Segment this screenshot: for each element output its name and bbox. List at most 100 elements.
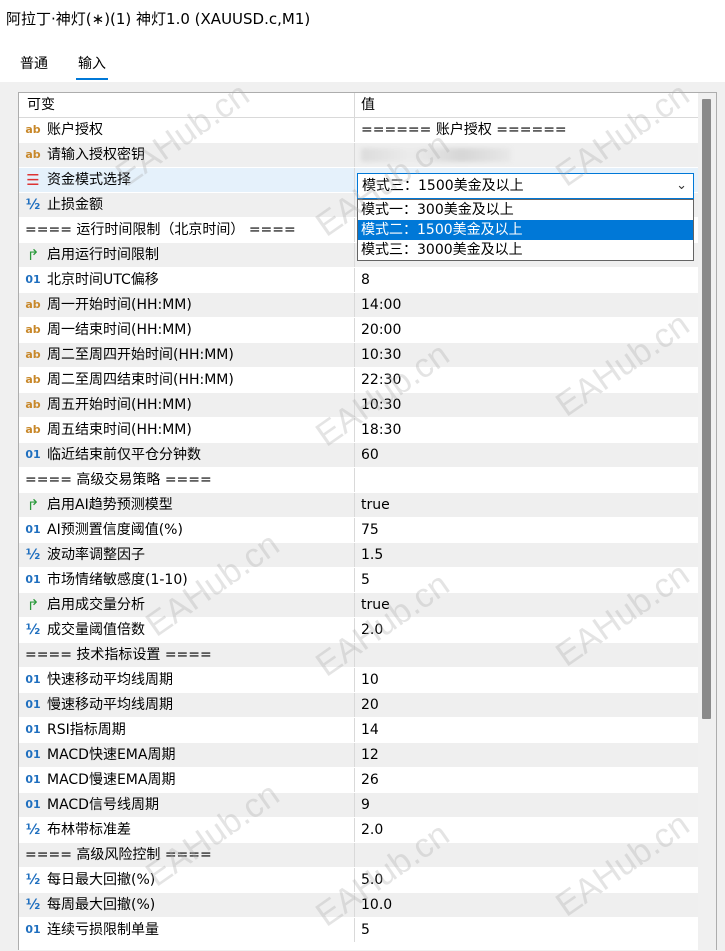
parameter-row[interactable]: 01 市场情绪敏感度(1-10) 5 [19, 568, 698, 593]
parameter-name: ==== 运行时间限制（北京时间） ==== [25, 222, 296, 238]
tab-general[interactable]: 普通 [20, 53, 48, 73]
parameter-name-cell: 01 RSI指标周期 [19, 718, 355, 742]
parameter-value[interactable]: ====== 账户授权 ====== [356, 118, 698, 142]
parameter-value[interactable]: 60 [356, 443, 698, 467]
double-type-icon: ½ [25, 197, 41, 213]
fund-mode-combo[interactable]: 模式三：1500美金及以上 ⌄ [357, 173, 694, 199]
parameter-value[interactable]: 18:30 [356, 418, 698, 442]
dropdown-option-mode2[interactable]: 模式二：1500美金及以上 [358, 220, 693, 240]
parameter-value[interactable] [356, 468, 698, 492]
parameter-value[interactable]: 8 [356, 268, 698, 292]
parameter-value[interactable]: 2.0 [356, 818, 698, 842]
parameter-value[interactable]: 20 [356, 693, 698, 717]
parameter-value[interactable]: 75 [356, 518, 698, 542]
parameter-value[interactable] [356, 843, 698, 867]
parameter-name: 北京时间UTC偏移 [47, 272, 159, 288]
redacted-key [361, 148, 511, 162]
column-header-variable[interactable]: 可变 [27, 93, 55, 117]
parameter-name: 临近结束前仅平仓分钟数 [47, 447, 201, 463]
parameter-name: 市场情绪敏感度(1-10) [47, 572, 188, 588]
parameter-value[interactable]: 1.5 [356, 543, 698, 567]
parameter-row[interactable]: 01 临近结束前仅平仓分钟数 60 [19, 443, 698, 468]
parameter-value[interactable]: 5.0 [356, 868, 698, 892]
parameter-row[interactable]: ½ 每日最大回撤(%) 5.0 [19, 868, 698, 893]
parameter-row[interactable]: ½ 波动率调整因子 1.5 [19, 543, 698, 568]
parameter-row[interactable]: ab 请输入授权密钥 [19, 143, 698, 168]
parameter-value[interactable]: 10:30 [356, 343, 698, 367]
parameter-value[interactable] [356, 643, 698, 667]
parameter-row[interactable]: ab 周二至周四结束时间(HH:MM) 22:30 [19, 368, 698, 393]
parameter-row[interactable]: 01 北京时间UTC偏移 8 [19, 268, 698, 293]
parameter-name: 请输入授权密钥 [47, 147, 145, 163]
parameter-value[interactable]: 14:00 [356, 293, 698, 317]
parameter-value[interactable]: true [356, 593, 698, 617]
parameter-row[interactable]: ½ 成交量阈值倍数 2.0 [19, 618, 698, 643]
double-type-icon: ½ [25, 622, 41, 638]
parameter-name-cell: ab 周五开始时间(HH:MM) [19, 393, 355, 417]
parameter-row[interactable]: ab 周二至周四开始时间(HH:MM) 10:30 [19, 343, 698, 368]
parameter-value[interactable]: 12 [356, 743, 698, 767]
parameter-value[interactable]: 14 [356, 718, 698, 742]
text-type-icon: ab [25, 423, 41, 436]
parameter-name: 启用成交量分析 [47, 597, 145, 613]
parameter-row[interactable]: ab 周一开始时间(HH:MM) 14:00 [19, 293, 698, 318]
parameter-name: 止损金额 [47, 197, 103, 213]
parameter-name: 周五结束时间(HH:MM) [47, 422, 192, 438]
inputs-panel: 可变 值 ab 账户授权 ====== 账户授权 ====== ab 请输入授权密钥 ☰ 资… [18, 75, 717, 951]
parameter-name-cell: ab 账户授权 [19, 118, 355, 142]
parameter-value[interactable]: true [356, 493, 698, 517]
column-header-value[interactable]: 值 [356, 93, 698, 117]
parameter-name-cell: ab 周二至周四结束时间(HH:MM) [19, 368, 355, 392]
parameter-row[interactable]: 01 连续亏损限制单量 5 [19, 918, 698, 943]
parameter-row[interactable]: 01 MACD信号线周期 9 [19, 793, 698, 818]
parameter-name-cell: ↱ 启用AI趋势预测模型 [19, 493, 355, 517]
parameter-name-cell: 01 AI预测置信度阈值(%) [19, 518, 355, 542]
parameter-value[interactable]: 5 [356, 568, 698, 592]
integer-type-icon: 01 [25, 273, 41, 286]
parameter-value[interactable]: 10.0 [356, 893, 698, 917]
parameter-row[interactable]: ==== 高级风险控制 ==== [19, 843, 698, 868]
parameter-row[interactable]: ↱ 启用成交量分析 true [19, 593, 698, 618]
vertical-scrollbar[interactable] [698, 93, 716, 951]
parameter-value[interactable]: 2.0 [356, 618, 698, 642]
parameter-name-cell: 01 临近结束前仅平仓分钟数 [19, 443, 355, 467]
parameter-row[interactable]: ==== 高级交易策略 ==== [19, 468, 698, 493]
parameter-value[interactable] [356, 143, 698, 167]
window-title: 阿拉丁·神灯(∗)(1) 神灯1.0 (XAUUSD.c,M1) [0, 0, 725, 40]
parameter-row[interactable]: ½ 每周最大回撤(%) 10.0 [19, 893, 698, 918]
parameter-value[interactable]: 20:00 [356, 318, 698, 342]
dropdown-option-mode1[interactable]: 模式一：300美金及以上 [358, 200, 693, 220]
parameter-value[interactable]: 9 [356, 793, 698, 817]
dropdown-option-mode3[interactable]: 模式三：3000美金及以上 [358, 240, 693, 260]
parameter-row[interactable]: 01 MACD慢速EMA周期 26 [19, 768, 698, 793]
integer-type-icon: 01 [25, 448, 41, 461]
parameter-value[interactable]: 22:30 [356, 368, 698, 392]
parameter-row[interactable]: ab 周五结束时间(HH:MM) 18:30 [19, 418, 698, 443]
parameter-name: ==== 高级交易策略 ==== [25, 472, 212, 488]
parameter-row[interactable]: ==== 技术指标设置 ==== [19, 643, 698, 668]
parameter-row[interactable]: 01 慢速移动平均线周期 20 [19, 693, 698, 718]
parameter-row[interactable]: 01 RSI指标周期 14 [19, 718, 698, 743]
parameter-row[interactable]: 01 快速移动平均线周期 10 [19, 668, 698, 693]
parameter-value[interactable]: 5 [356, 918, 698, 942]
parameter-name-cell: ab 周五结束时间(HH:MM) [19, 418, 355, 442]
parameter-row[interactable]: ab 周一结束时间(HH:MM) 20:00 [19, 318, 698, 343]
combo-selected-value: 模式三：1500美金及以上 [362, 178, 524, 194]
parameter-value[interactable]: 26 [356, 768, 698, 792]
parameter-row[interactable]: 01 MACD快速EMA周期 12 [19, 743, 698, 768]
parameter-row[interactable]: ½ 布林带标准差 2.0 [19, 818, 698, 843]
parameter-value[interactable]: 10 [356, 668, 698, 692]
chevron-down-icon[interactable]: ⌄ [676, 174, 687, 198]
scrollbar-thumb[interactable] [702, 99, 711, 719]
parameter-value[interactable]: 10:30 [356, 393, 698, 417]
parameter-row[interactable]: 01 AI预测置信度阈值(%) 75 [19, 518, 698, 543]
enum-type-icon: ☰ [26, 171, 40, 189]
parameter-row[interactable]: ↱ 启用AI趋势预测模型 true [19, 493, 698, 518]
tab-inputs[interactable]: 输入 [76, 53, 108, 80]
text-type-icon: ab [25, 123, 41, 136]
text-type-icon: ab [25, 148, 41, 161]
integer-type-icon: 01 [25, 723, 41, 736]
parameter-name-cell: ==== 高级风险控制 ==== [19, 843, 355, 867]
parameter-row[interactable]: ab 周五开始时间(HH:MM) 10:30 [19, 393, 698, 418]
parameter-row[interactable]: ab 账户授权 ====== 账户授权 ====== [19, 118, 698, 143]
